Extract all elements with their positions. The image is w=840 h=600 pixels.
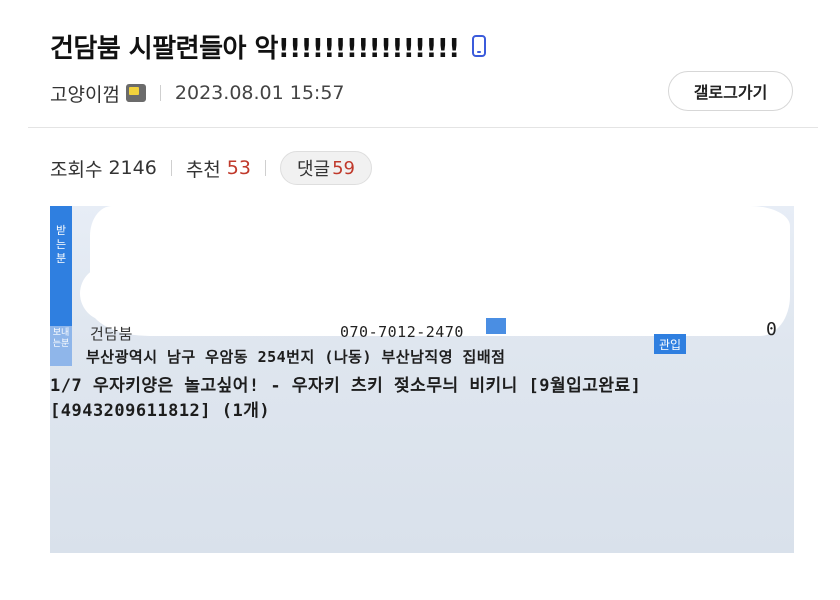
author-name[interactable]: 고양이껌 bbox=[50, 80, 120, 107]
label-phone: 070-7012-2470 bbox=[340, 323, 464, 341]
label-item: 1/7 우자키양은 놀고싶어! - 우자키 츠키 젖소무늬 비키니 [9월입고완… bbox=[50, 376, 642, 396]
stats-divider bbox=[264, 160, 266, 176]
recommend-count: 53 bbox=[226, 157, 251, 179]
post-title: 건담붐 시팔련들아 악!!!!!!!!!!!!!!!! bbox=[50, 33, 460, 64]
post-stats: 조회수 2146 추천 53 댓글 59 bbox=[50, 151, 372, 185]
meta-divider bbox=[159, 85, 161, 101]
post-meta: 고양이껌 2023.08.01 15:57 bbox=[50, 78, 345, 108]
stripe-text-top: 받는분 bbox=[55, 224, 67, 265]
views-count: 2146 bbox=[108, 157, 157, 179]
stripe-text-bottom: 보내는분 bbox=[52, 328, 70, 349]
post-page: 건담붐 시팔련들아 악!!!!!!!!!!!!!!!! 고양이껌 2023.08… bbox=[0, 0, 840, 600]
stats-divider bbox=[170, 160, 172, 176]
header-divider bbox=[28, 127, 818, 128]
views-label: 조회수 bbox=[50, 158, 103, 181]
comments-label: 댓글 bbox=[296, 159, 331, 180]
mobile-icon bbox=[471, 35, 486, 57]
author-badge-icon bbox=[125, 84, 146, 102]
post-title-row: 건담붐 시팔련들아 악!!!!!!!!!!!!!!!! bbox=[50, 26, 486, 66]
recommend-label: 추천 bbox=[185, 158, 221, 181]
label-recipient: 건담붐 bbox=[90, 325, 133, 343]
gallog-button[interactable]: 갤로그가기 bbox=[668, 71, 793, 111]
label-address: 부산광역시 남구 우암동 254번지 (나동) 부산남직영 집배점 bbox=[86, 348, 506, 366]
label-count: 0 bbox=[766, 319, 778, 340]
label-tag: 관입 bbox=[654, 334, 686, 354]
post-date: 2023.08.01 15:57 bbox=[174, 82, 345, 104]
comments-button[interactable]: 댓글 59 bbox=[279, 151, 372, 185]
redaction-mark bbox=[80, 266, 720, 321]
post-image: 받는분 보내는분 건담붐 070-7012-2470 0 관입 부산광역시 남구… bbox=[50, 206, 794, 553]
comments-count: 59 bbox=[332, 157, 355, 179]
label-code: [4943209611812] (1개) bbox=[50, 401, 271, 421]
label-tag-small bbox=[486, 318, 506, 334]
